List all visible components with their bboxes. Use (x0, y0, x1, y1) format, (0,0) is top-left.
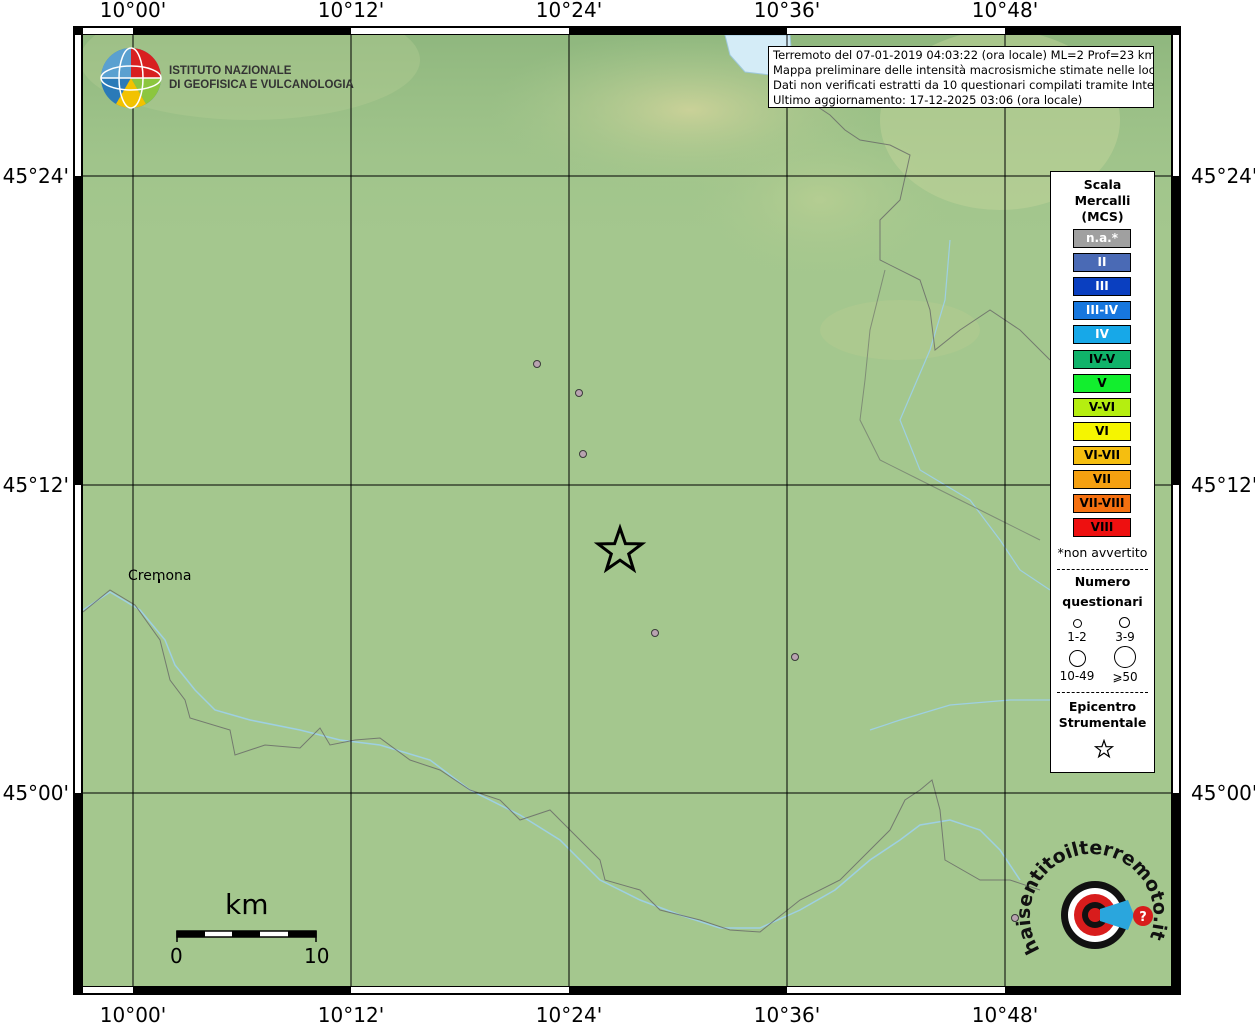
legend-na-note: *non avvertito (1057, 545, 1148, 560)
event-info-line: Terremoto del 07-01-2019 04:03:22 (ora l… (773, 48, 1154, 62)
lon-label-top: 10°24' (536, 0, 602, 22)
terrain-hills (820, 300, 980, 360)
lon-label-top: 10°12' (318, 0, 384, 22)
intensity-legend: Scala Mercalli (MCS) n.a.* II III III-IV IV I… (1050, 171, 1155, 773)
count-circle-small-icon (1073, 619, 1082, 628)
scale-bar-min: 0 (170, 944, 183, 968)
count-circle-medium-icon (1119, 617, 1130, 628)
legend-star-icon (1094, 739, 1114, 759)
lon-label-bottom: 10°48' (972, 1003, 1038, 1024)
legend-divider (1057, 569, 1148, 570)
legend-epicenter-title: Epicentro Strumentale (1051, 699, 1154, 731)
ingv-logo-text: ISTITUTO NAZIONALE DI GEOFISICA E VULCAN… (169, 64, 354, 92)
legend-swatch: VII-VIII (1073, 494, 1131, 514)
legend-epicenter-title-line: Strumentale (1058, 715, 1147, 730)
scale-bar-title: km (225, 888, 269, 921)
legend-swatch: III-IV (1073, 301, 1131, 321)
event-info-box: Terremoto del 07-01-2019 04:03:22 (ora l… (768, 46, 1154, 108)
legend-swatch: IV-V (1073, 349, 1131, 369)
legend-title-line: Scala (1083, 177, 1122, 192)
event-info-line: Mappa preliminare delle intensità macros… (773, 63, 1154, 77)
count-label: 3-9 (1115, 630, 1135, 644)
lat-label-right: 45°24' (1191, 164, 1255, 188)
legend-divider (1057, 692, 1148, 693)
legend-swatch: VII (1073, 470, 1131, 489)
count-label: ⩾50 (1112, 670, 1138, 684)
legend-swatch: II (1073, 253, 1131, 273)
legend-count-title-line: Numero (1074, 574, 1131, 589)
lat-label-right: 45°12' (1191, 473, 1255, 497)
scale-bar-max: 10 (304, 944, 330, 968)
legend-swatch: III (1073, 277, 1131, 297)
event-info-line: Ultimo aggiornamento: 17-12-2025 03:06 (… (773, 93, 1083, 107)
logo-line: ISTITUTO NAZIONALE (169, 65, 292, 77)
lat-label-left: 45°12' (3, 473, 69, 497)
legend-title-line: (MCS) (1081, 209, 1124, 224)
lat-label-left: 45°00' (3, 781, 69, 805)
lon-label-top: 10°36' (754, 0, 820, 22)
city-label: Cremona (128, 568, 192, 584)
questionnaire-point[interactable] (791, 653, 799, 661)
legend-swatch: VIII (1073, 518, 1131, 538)
legend-swatch: V (1073, 373, 1131, 393)
legend-count-title-line: questionari (1062, 594, 1143, 609)
ingv-logo-icon (100, 47, 162, 109)
legend-swatch: VI (1073, 421, 1131, 441)
legend-swatch: IV (1073, 325, 1131, 345)
svg-text:?: ? (1139, 910, 1147, 925)
questionnaire-point[interactable] (651, 629, 659, 637)
count-label: 10-49 (1059, 669, 1095, 683)
lat-label-right: 45°00' (1191, 781, 1255, 805)
legend-title-line: Mercalli (1074, 193, 1131, 208)
count-circle-xlarge-icon (1114, 646, 1136, 668)
count-label: 1-2 (1067, 630, 1087, 644)
lon-label-top: 10°48' (972, 0, 1038, 22)
questionnaire-point[interactable] (579, 450, 587, 458)
count-circle-large-icon (1069, 650, 1086, 667)
lon-label-bottom: 10°24' (536, 1003, 602, 1024)
legend-swatch: VI-VII (1073, 445, 1131, 465)
lon-label-top: 10°00' (100, 0, 166, 22)
lat-label-left: 45°24' (3, 164, 69, 188)
event-info-line: Dati non verificati estratti da 10 quest… (773, 78, 1154, 92)
logo-line: DI GEOFISICA E VULCANOLOGIA (169, 79, 354, 91)
legend-swatch: V-VI (1073, 397, 1131, 417)
legend-title: Scala Mercalli (MCS) (1051, 177, 1154, 225)
questionnaire-point[interactable] (533, 360, 541, 368)
legend-swatch: n.a.* (1073, 229, 1131, 248)
legend-count-title: Numero questionari (1051, 572, 1154, 612)
legend-epicenter-title-line: Epicentro (1068, 699, 1137, 714)
lon-label-bottom: 10°00' (100, 1003, 166, 1024)
lon-label-bottom: 10°12' (318, 1003, 384, 1024)
questionnaire-point[interactable] (575, 389, 583, 397)
lon-label-bottom: 10°36' (754, 1003, 820, 1024)
